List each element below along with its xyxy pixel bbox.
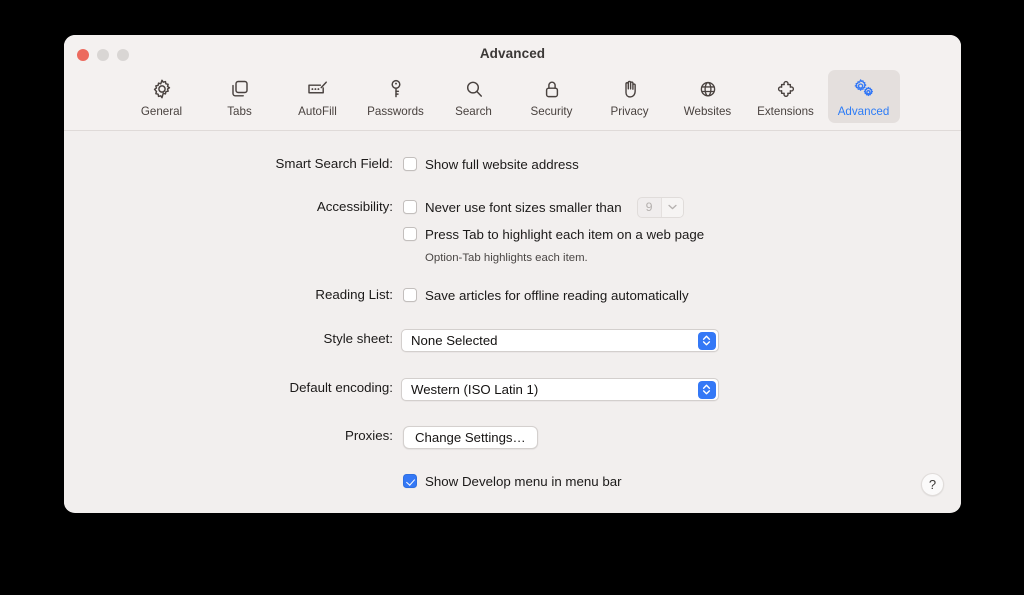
minimum-font-size-dropdown[interactable]: 9: [636, 196, 684, 218]
reading-list-label: Reading List:: [315, 287, 393, 302]
chevron-down-icon: [660, 197, 683, 217]
show-full-website-address-checkbox[interactable]: [403, 157, 417, 171]
toolbar-tab-label: General: [140, 105, 183, 118]
change-settings-button[interactable]: Change Settings…: [403, 425, 538, 449]
show-develop-menu-label: Show Develop menu in menu bar: [425, 473, 622, 489]
toolbar-tab-passwords[interactable]: Passwords: [360, 70, 432, 123]
updown-chevron-icon: [697, 380, 716, 399]
help-button[interactable]: ?: [921, 473, 944, 496]
tabs-icon: [228, 75, 252, 102]
save-articles-offline-label: Save articles for offline reading automa…: [425, 287, 689, 303]
row-accessibility-tab-highlight: Press Tab to highlight each item on a we…: [64, 223, 961, 245]
toolbar-tab-autofill[interactable]: AutoFill: [282, 70, 354, 123]
row-proxies: Proxies: Change Settings…: [64, 425, 961, 449]
toolbar-tab-label: AutoFill: [298, 105, 337, 118]
reading-list-control: Save articles for offline reading automa…: [403, 284, 961, 306]
press-tab-highlight-label: Press Tab to highlight each item on a we…: [425, 226, 705, 242]
window-titlebar: Advanced General Tabs AutoFill Passwords…: [64, 35, 961, 131]
row-style-sheet: Style sheet: None Selected: [64, 328, 961, 352]
double-gear-icon: [851, 75, 877, 102]
toolbar-tab-label: Search: [455, 105, 492, 118]
default-encoding-value: Western (ISO Latin 1): [411, 381, 539, 397]
updown-chevron-icon: [697, 331, 716, 350]
preferences-toolbar: General Tabs AutoFill Passwords Search S…: [64, 67, 961, 129]
toolbar-tab-search[interactable]: Search: [438, 70, 510, 123]
show-full-website-address-label: Show full website address: [425, 156, 579, 172]
row-accessibility: Accessibility: Never use font sizes smal…: [64, 196, 961, 218]
smart-search-field-control: Show full website address: [403, 153, 961, 175]
smart-search-field-label: Smart Search Field:: [275, 156, 394, 171]
toolbar-tab-label: Extensions: [757, 105, 814, 118]
key-icon: [384, 75, 408, 102]
toolbar-tab-advanced[interactable]: Advanced: [827, 70, 900, 123]
toolbar-tab-tabs[interactable]: Tabs: [204, 70, 276, 123]
accessibility-note-control: Option-Tab highlights each item.: [403, 247, 961, 269]
padlock-icon: [540, 75, 564, 102]
puzzle-icon: [774, 75, 798, 102]
press-tab-highlight-checkbox[interactable]: [403, 227, 417, 241]
toolbar-tab-label: Websites: [683, 105, 732, 118]
accessibility-font-size-control: Never use font sizes smaller than 9: [403, 196, 961, 218]
style-sheet-value: None Selected: [411, 332, 498, 348]
advanced-settings-pane: Smart Search Field: Show full website ad…: [64, 131, 961, 512]
default-encoding-control: Western (ISO Latin 1): [401, 377, 961, 401]
proxies-control: Change Settings…: [403, 425, 961, 449]
row-default-encoding: Default encoding: Western (ISO Latin 1): [64, 377, 961, 401]
toolbar-tab-security[interactable]: Security: [516, 70, 588, 123]
default-encoding-dropdown[interactable]: Western (ISO Latin 1): [401, 377, 719, 401]
show-develop-menu-checkbox[interactable]: [403, 474, 417, 488]
toolbar-tab-label: Passwords: [367, 105, 424, 118]
toolbar-tab-label: Security: [530, 105, 573, 118]
globe-icon: [696, 75, 720, 102]
style-sheet-label: Style sheet:: [323, 331, 393, 346]
minimum-font-size-value: 9: [645, 200, 653, 214]
toolbar-tab-label: Tabs: [227, 105, 252, 118]
gear-icon: [150, 75, 174, 102]
row-develop-menu: Show Develop menu in menu bar: [64, 470, 961, 492]
toolbar-tab-privacy[interactable]: Privacy: [594, 70, 666, 123]
autofill-icon: [305, 75, 330, 102]
develop-menu-control: Show Develop menu in menu bar: [403, 470, 961, 492]
safari-preferences-window: Advanced General Tabs AutoFill Passwords…: [64, 35, 961, 513]
option-tab-note: Option-Tab highlights each item.: [425, 252, 588, 264]
toolbar-tab-general[interactable]: General: [126, 70, 198, 123]
accessibility-label: Accessibility:: [316, 199, 393, 214]
save-articles-offline-checkbox[interactable]: [403, 288, 417, 302]
toolbar-tab-label: Advanced: [837, 105, 890, 118]
never-use-font-sizes-label: Never use font sizes smaller than: [425, 199, 622, 215]
row-accessibility-note: Option-Tab highlights each item.: [64, 247, 961, 269]
style-sheet-dropdown[interactable]: None Selected: [401, 328, 719, 352]
style-sheet-control: None Selected: [401, 328, 961, 352]
hand-icon: [618, 75, 642, 102]
row-reading-list: Reading List: Save articles for offline …: [64, 284, 961, 306]
default-encoding-label: Default encoding:: [289, 380, 394, 395]
toolbar-tab-extensions[interactable]: Extensions: [750, 70, 822, 123]
proxies-label: Proxies:: [344, 428, 393, 443]
toolbar-tab-label: Privacy: [610, 105, 649, 118]
window-title: Advanced: [479, 46, 546, 61]
never-use-font-sizes-checkbox[interactable]: [403, 200, 417, 214]
magnifier-icon: [462, 75, 486, 102]
press-tab-control: Press Tab to highlight each item on a we…: [403, 223, 961, 245]
row-smart-search-field: Smart Search Field: Show full website ad…: [64, 153, 961, 175]
toolbar-tab-websites[interactable]: Websites: [672, 70, 744, 123]
